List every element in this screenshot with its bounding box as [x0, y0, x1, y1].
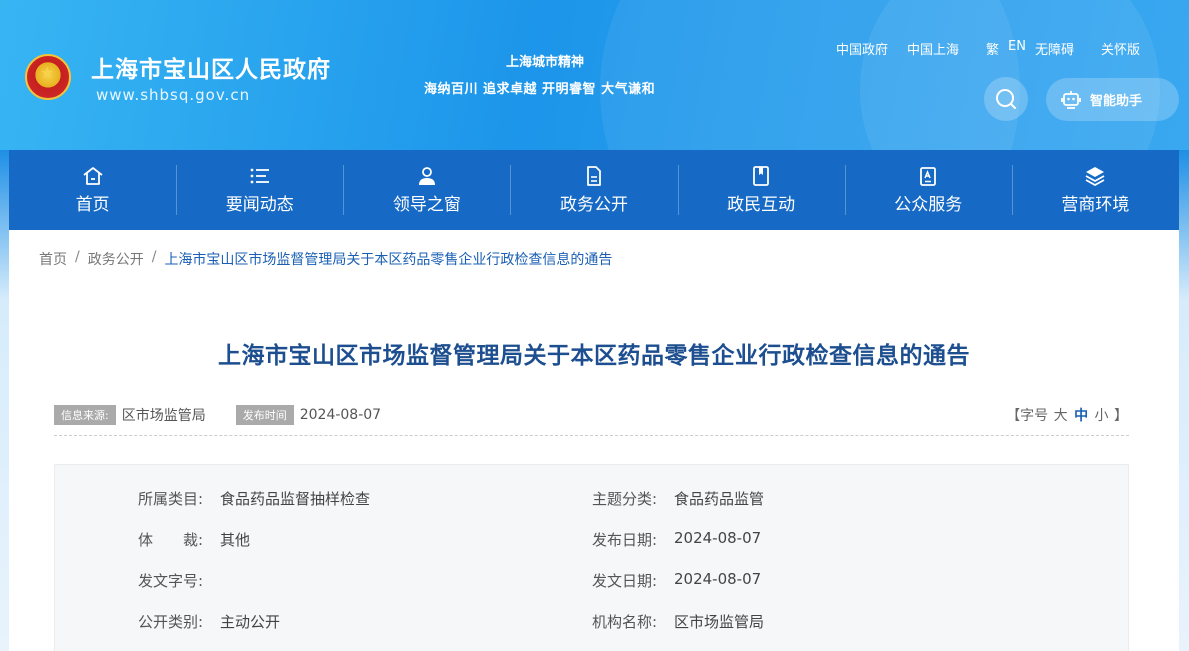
assistant-label: 智能助手	[1090, 94, 1143, 109]
document-icon	[587, 165, 601, 186]
nav-label: 政务公开	[559, 194, 628, 215]
site-url: www.shbsq.gov.cn	[96, 86, 251, 104]
date-tag: 发布时间	[235, 405, 294, 425]
divider	[54, 435, 1129, 436]
smart-assistant-button[interactable]: 智能助手	[1046, 78, 1179, 121]
article-title: 上海市宝山区市场监督管理局关于本区药品零售企业行政检查信息的通告	[218, 343, 970, 369]
main-nav: 首页 要闻动态 领导之窗 政务公开 政民互动 公众服务 营商环境	[9, 150, 1179, 230]
info-label: 所属类目:	[138, 490, 204, 508]
article-source: 区市场监管局	[121, 408, 206, 424]
font-size-large[interactable]: 大	[1054, 408, 1068, 424]
link-traditional-chinese[interactable]: 繁	[986, 39, 999, 58]
info-topic: 主题分类: 食品药品监管	[592, 488, 764, 509]
nav-item-business-env[interactable]: 营商环境	[1011, 150, 1179, 230]
info-label: 公开类别:	[138, 613, 204, 631]
info-publish-date: 发布日期: 2024-08-07	[592, 529, 761, 550]
info-label: 发布日期:	[592, 531, 658, 549]
info-genre: 体 裁: 其他	[138, 529, 250, 550]
nav-item-news[interactable]: 要闻动态	[176, 150, 343, 230]
info-box: 所属类目: 食品药品监督抽样检查 主题分类: 食品药品监管 体 裁: 其他 发布…	[54, 464, 1129, 651]
link-care-mode[interactable]: 关怀版	[1101, 39, 1140, 58]
link-china-gov[interactable]: 中国政府	[836, 39, 888, 58]
top-links: 中国政府 中国上海 繁 EN 无障碍 关怀版	[836, 39, 1140, 58]
breadcrumb-gov-affairs[interactable]: 政务公开	[88, 249, 144, 269]
info-issue-date: 发文日期: 2024-08-07	[592, 570, 761, 591]
nav-label: 政民互动	[727, 194, 796, 215]
city-spirit-text: 海纳百川 追求卓越 开明睿智 大气谦和	[424, 82, 656, 97]
link-shanghai[interactable]: 中国上海	[907, 39, 959, 58]
bookmark-icon	[753, 165, 770, 186]
layers-icon	[1085, 166, 1105, 186]
nav-label: 营商环境	[1061, 194, 1130, 215]
info-value: 区市场监管局	[674, 613, 765, 631]
breadcrumb-separator: /	[75, 249, 80, 265]
info-open-type: 公开类别: 主动公开	[138, 611, 280, 632]
info-label: 主题分类:	[592, 490, 658, 508]
font-size-switcher: 【字号 大 中 小 】	[1006, 405, 1128, 425]
list-icon	[250, 168, 269, 183]
site-title[interactable]: 上海市宝山区人民政府	[91, 50, 331, 84]
breadcrumb-separator: /	[151, 249, 157, 265]
font-size-small[interactable]: 小	[1095, 408, 1109, 424]
info-label: 体 裁:	[138, 531, 204, 549]
search-button[interactable]	[984, 77, 1028, 121]
info-doc-number: 发文字号:	[138, 570, 220, 591]
link-accessibility[interactable]: 无障碍	[1035, 39, 1074, 58]
info-value: 主动公开	[220, 613, 281, 631]
header-decoration	[860, 0, 1160, 150]
home-icon	[83, 166, 103, 185]
nav-item-public-service[interactable]: 公众服务	[844, 150, 1012, 230]
breadcrumb-home[interactable]: 首页	[39, 249, 67, 269]
nav-item-leaders[interactable]: 领导之窗	[343, 150, 510, 230]
nav-label: 领导之窗	[392, 194, 461, 215]
clipboard-icon	[920, 166, 937, 186]
info-org: 机构名称: 区市场监管局	[592, 611, 764, 632]
city-spirit-title: 上海城市精神	[505, 55, 584, 70]
breadcrumb: 首页 / 政务公开 / 上海市宝山区市场监督管理局关于本区药品零售企业行政检查信…	[39, 249, 612, 269]
breadcrumb-current[interactable]: 上海市宝山区市场监督管理局关于本区药品零售企业行政检查信息的通告	[164, 249, 612, 269]
main-content: 首页 / 政务公开 / 上海市宝山区市场监督管理局关于本区药品零售企业行政检查信…	[9, 230, 1179, 651]
info-value: 2024-08-07	[674, 529, 762, 547]
font-size-label: 【字号	[1006, 408, 1049, 424]
info-value: 食品药品监督抽样检查	[220, 490, 371, 508]
info-value: 其他	[220, 531, 251, 549]
nav-label: 要闻动态	[225, 194, 294, 215]
info-label: 发文字号:	[138, 572, 204, 590]
font-size-bracket: 】	[1114, 408, 1128, 424]
article-date: 2024-08-07	[299, 407, 382, 423]
article-meta: 信息来源: 区市场监管局 发布时间 2024-08-07	[54, 405, 381, 425]
info-value: 食品药品监管	[674, 490, 765, 508]
search-icon	[996, 89, 1016, 109]
person-icon	[418, 166, 435, 185]
info-value: 2024-08-07	[674, 570, 762, 588]
nav-item-gov-affairs[interactable]: 政务公开	[510, 150, 677, 230]
national-emblem-icon: ★	[25, 54, 71, 100]
nav-item-interaction[interactable]: 政民互动	[677, 150, 845, 230]
nav-label: 公众服务	[894, 194, 963, 215]
link-english[interactable]: EN	[1008, 39, 1026, 58]
info-label: 发文日期:	[592, 572, 658, 590]
info-label: 机构名称:	[592, 613, 658, 631]
info-category: 所属类目: 食品药品监督抽样检查	[138, 488, 370, 509]
font-size-medium[interactable]: 中	[1074, 408, 1088, 424]
site-header: ★ 上海市宝山区人民政府 www.shbsq.gov.cn 上海城市精神 海纳百…	[0, 0, 1189, 150]
source-tag: 信息来源:	[54, 405, 116, 425]
nav-label: 首页	[75, 194, 110, 215]
robot-icon	[1061, 90, 1081, 109]
nav-item-home[interactable]: 首页	[9, 150, 176, 230]
